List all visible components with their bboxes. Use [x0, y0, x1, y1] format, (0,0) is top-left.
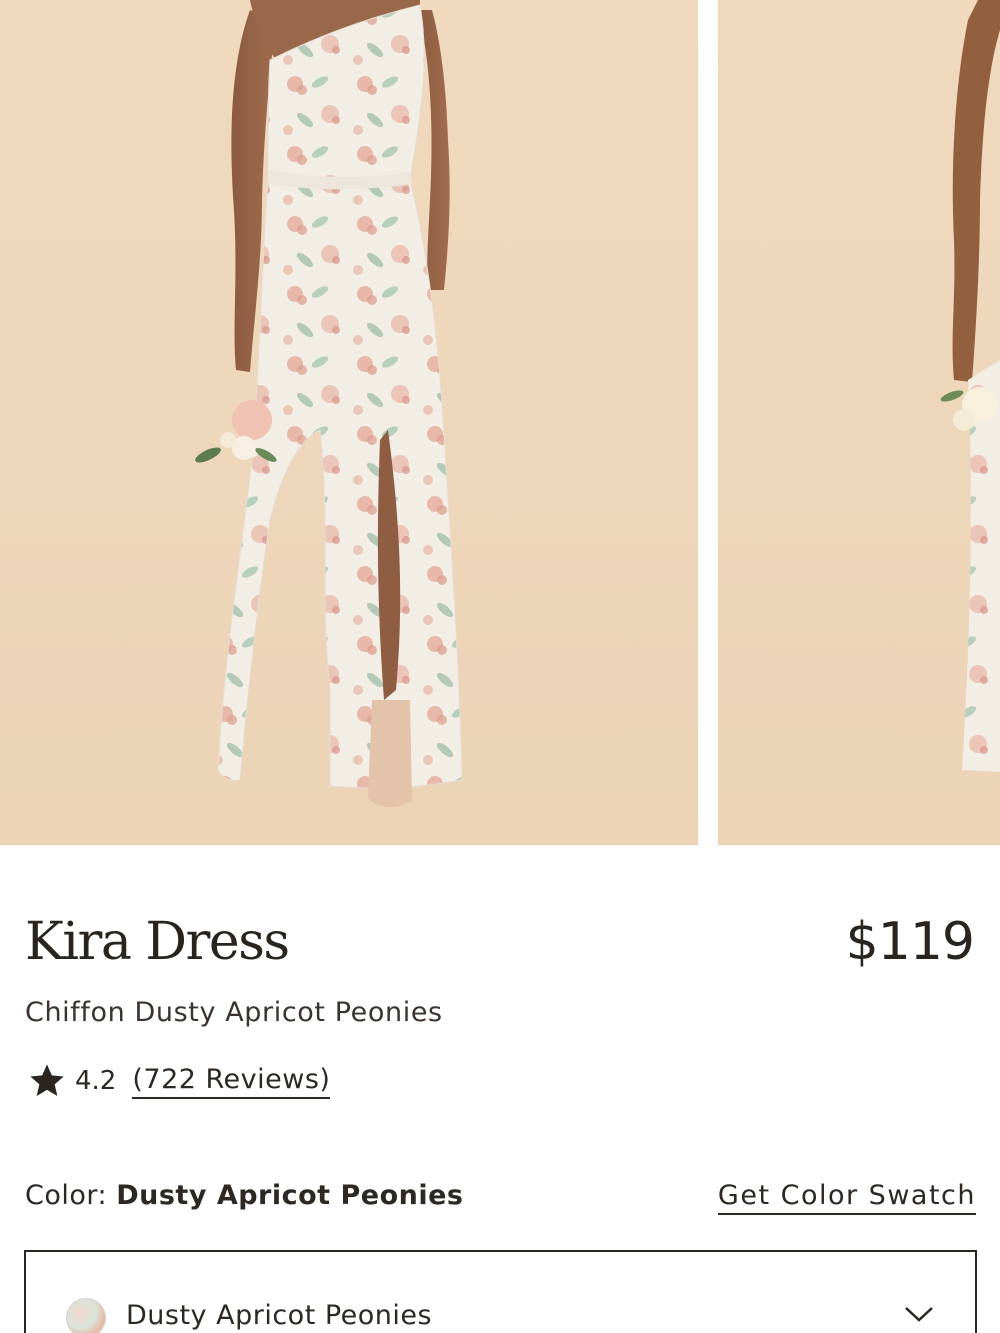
selected-color-row: Color: Dusty Apricot Peonies — [25, 1180, 464, 1211]
product-photo-main[interactable] — [0, 0, 698, 845]
dress-model-illustration-alt — [940, 0, 1000, 772]
dress-model-illustration — [195, 0, 463, 808]
rating-value: 4.2 — [75, 1066, 117, 1096]
color-dropdown-selected: Dusty Apricot Peonies — [126, 1300, 433, 1331]
color-dropdown[interactable]: Dusty Apricot Peonies — [24, 1250, 977, 1333]
color-swatch-thumbnail — [66, 1298, 106, 1333]
chevron-down-icon — [905, 1307, 933, 1322]
get-color-swatch-link[interactable]: Get Color Swatch — [717, 1180, 976, 1215]
product-photo-secondary[interactable] — [718, 0, 1000, 845]
product-title: Kira Dress — [25, 912, 290, 972]
product-price: $119 — [845, 912, 975, 972]
color-label: Color: — [25, 1180, 108, 1211]
product-rating: 4.2 (722 Reviews) — [27, 1061, 331, 1101]
product-subtitle: Chiffon Dusty Apricot Peonies — [25, 997, 443, 1028]
color-value: Dusty Apricot Peonies — [116, 1180, 464, 1211]
product-image-gallery[interactable] — [0, 0, 1000, 845]
star-icon — [30, 1064, 64, 1096]
reviews-link[interactable]: (722 Reviews) — [132, 1064, 331, 1099]
